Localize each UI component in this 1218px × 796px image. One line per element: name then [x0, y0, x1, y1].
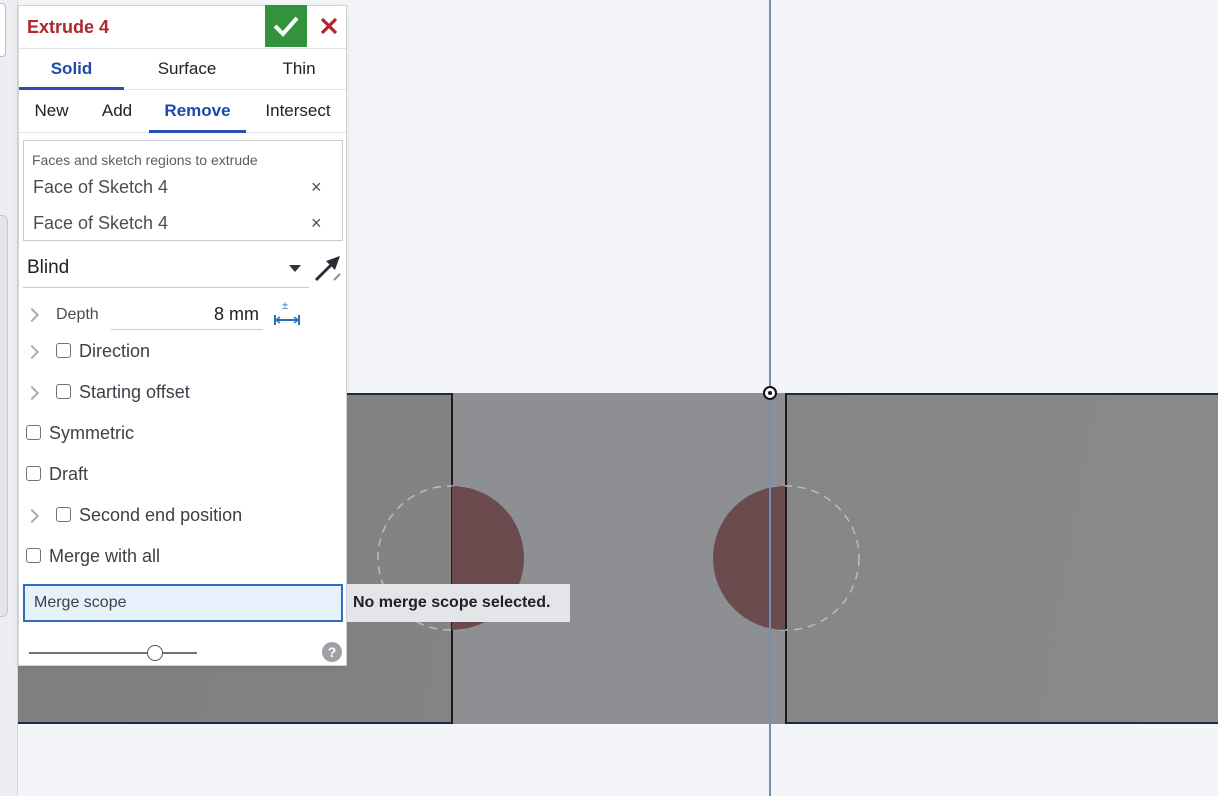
tab-solid[interactable]: Solid [19, 49, 124, 90]
direction-checkbox[interactable] [56, 343, 71, 358]
chevron-right-icon[interactable] [27, 511, 37, 521]
chevron-right-icon[interactable] [27, 347, 37, 357]
sketch-region-right [713, 486, 785, 630]
starting-offset-label: Starting offset [79, 382, 190, 402]
chevron-right-icon[interactable] [27, 388, 37, 398]
selection-item[interactable]: Face of Sketch 4 [33, 213, 168, 234]
second-end-label: Second end position [79, 505, 243, 525]
second-end-checkbox[interactable] [56, 507, 71, 522]
cancel-button[interactable] [311, 5, 347, 47]
merge-scope-field[interactable]: Merge scope [23, 584, 343, 622]
help-icon[interactable]: ? [322, 642, 342, 662]
merge-scope-tooltip: No merge scope selected. [347, 584, 570, 622]
slider-thumb[interactable] [147, 645, 163, 661]
extrude-dialog: Extrude 4 Solid Surface Thin New Add Rem… [18, 5, 347, 666]
selection-box[interactable]: Faces and sketch regions to extrude Face… [23, 140, 343, 241]
chevron-right-icon[interactable] [27, 310, 37, 320]
merge-with-all-label: Merge with all [49, 546, 161, 566]
dialog-header: Extrude 4 [19, 5, 347, 49]
direction-label: Direction [79, 341, 151, 361]
symmetric-label: Symmetric [49, 423, 134, 443]
operation-tabs: New Add Remove Intersect [19, 90, 346, 133]
tab-surface[interactable]: Surface [137, 49, 237, 89]
merge-with-all-checkbox[interactable] [26, 548, 41, 563]
checkmark-icon [273, 16, 299, 37]
close-icon [320, 17, 338, 35]
measure-toggle-icon[interactable]: ± [272, 300, 302, 330]
tab-new[interactable]: New [29, 90, 74, 132]
tab-intersect[interactable]: Intersect [257, 90, 339, 132]
remove-selection-icon[interactable]: × [311, 177, 322, 198]
remove-selection-icon[interactable]: × [311, 213, 322, 234]
end-type-value: Blind [27, 257, 70, 278]
depth-input[interactable]: 8 mm [111, 298, 263, 330]
starting-offset-checkbox[interactable] [56, 384, 71, 399]
draft-label: Draft [49, 464, 89, 484]
selection-item[interactable]: Face of Sketch 4 [33, 177, 168, 198]
end-type-select[interactable]: Blind [23, 252, 309, 288]
tab-add[interactable]: Add [95, 90, 139, 132]
svg-text:±: ± [282, 300, 288, 312]
dialog-title: Extrude 4 [27, 17, 110, 37]
origin-point[interactable] [763, 386, 777, 400]
body-type-tabs: Solid Surface Thin [19, 49, 346, 90]
depth-label: Depth [56, 306, 99, 323]
draft-checkbox[interactable] [26, 466, 41, 481]
tab-thin[interactable]: Thin [259, 49, 339, 89]
chevron-down-icon [289, 265, 301, 272]
flip-direction-icon[interactable] [312, 252, 344, 284]
selection-label: Faces and sketch regions to extrude [32, 152, 258, 168]
accept-button[interactable] [265, 5, 307, 47]
slider-track[interactable] [29, 652, 197, 654]
symmetric-checkbox[interactable] [26, 425, 41, 440]
tab-remove[interactable]: Remove [149, 90, 246, 133]
